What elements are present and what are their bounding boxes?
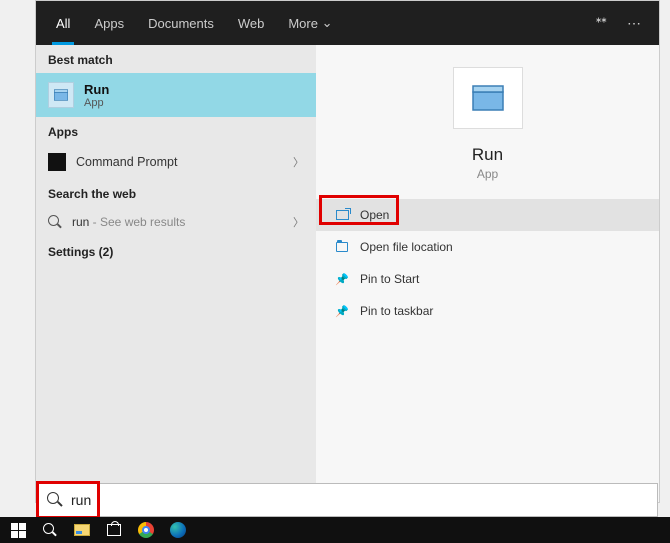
chevron-down-icon: ⌄	[322, 15, 333, 31]
action-pin-to-taskbar[interactable]: Pin to taskbar	[316, 295, 659, 327]
search-icon	[47, 492, 63, 508]
section-apps: Apps	[36, 117, 316, 145]
result-label: run - See web results	[72, 215, 185, 229]
chevron-right-icon[interactable]: 〉	[293, 154, 304, 170]
preview-pane: Run App Open Open file location Pin to S…	[316, 45, 659, 502]
action-open-file-location[interactable]: Open file location	[316, 231, 659, 263]
taskbar-file-explorer[interactable]	[68, 517, 96, 543]
taskbar-chrome[interactable]	[132, 517, 160, 543]
tab-documents[interactable]: Documents	[136, 1, 226, 45]
chevron-right-icon[interactable]: 〉	[293, 214, 304, 230]
edge-icon	[170, 522, 186, 538]
section-best-match: Best match	[36, 45, 316, 73]
section-search-web: Search the web	[36, 179, 316, 207]
action-open[interactable]: Open	[316, 199, 659, 231]
taskbar-search[interactable]	[36, 517, 64, 543]
search-icon	[43, 523, 57, 537]
taskbar-microsoft-store[interactable]	[100, 517, 128, 543]
tab-all[interactable]: All	[44, 1, 82, 45]
tab-apps[interactable]: Apps	[82, 1, 136, 45]
section-settings[interactable]: Settings (2)	[36, 237, 316, 265]
best-match-title: Run	[84, 82, 109, 97]
start-search-panel: All Apps Documents Web More ⌄ ᕯ ⋯ Best m…	[35, 0, 660, 503]
file-explorer-icon	[74, 524, 90, 536]
folder-icon	[334, 239, 350, 255]
preview-title: Run	[472, 145, 503, 165]
best-match-run[interactable]: Run App	[36, 73, 316, 117]
chrome-icon	[138, 522, 154, 538]
pin-icon	[334, 271, 350, 287]
preview-actions: Open Open file location Pin to Start Pin…	[316, 199, 659, 327]
command-prompt-icon	[48, 153, 66, 171]
result-command-prompt[interactable]: Command Prompt 〉	[36, 145, 316, 179]
action-pin-to-start[interactable]: Pin to Start	[316, 263, 659, 295]
tab-web[interactable]: Web	[226, 1, 277, 45]
taskbar	[0, 517, 670, 543]
best-match-subtitle: App	[84, 97, 109, 109]
results-list: Best match Run App Apps Command Prompt 〉…	[36, 45, 316, 502]
taskbar-edge[interactable]	[164, 517, 192, 543]
search-input[interactable]	[71, 492, 649, 508]
tab-more[interactable]: More ⌄	[276, 1, 344, 45]
feedback-icon[interactable]: ᕯ	[585, 1, 617, 45]
preview-app-icon	[453, 67, 523, 129]
open-icon	[334, 207, 350, 223]
store-icon	[107, 524, 121, 536]
more-options-icon[interactable]: ⋯	[617, 1, 651, 45]
result-web-run[interactable]: run - See web results 〉	[36, 207, 316, 237]
search-filter-tabs: All Apps Documents Web More ⌄ ᕯ ⋯	[36, 1, 659, 45]
pin-icon	[334, 303, 350, 319]
result-label: Command Prompt	[76, 155, 177, 169]
run-app-icon	[48, 82, 74, 108]
search-icon	[48, 215, 62, 229]
search-box[interactable]	[38, 483, 658, 517]
preview-subtitle: App	[477, 167, 498, 181]
start-button[interactable]	[4, 517, 32, 543]
windows-logo-icon	[11, 523, 26, 538]
